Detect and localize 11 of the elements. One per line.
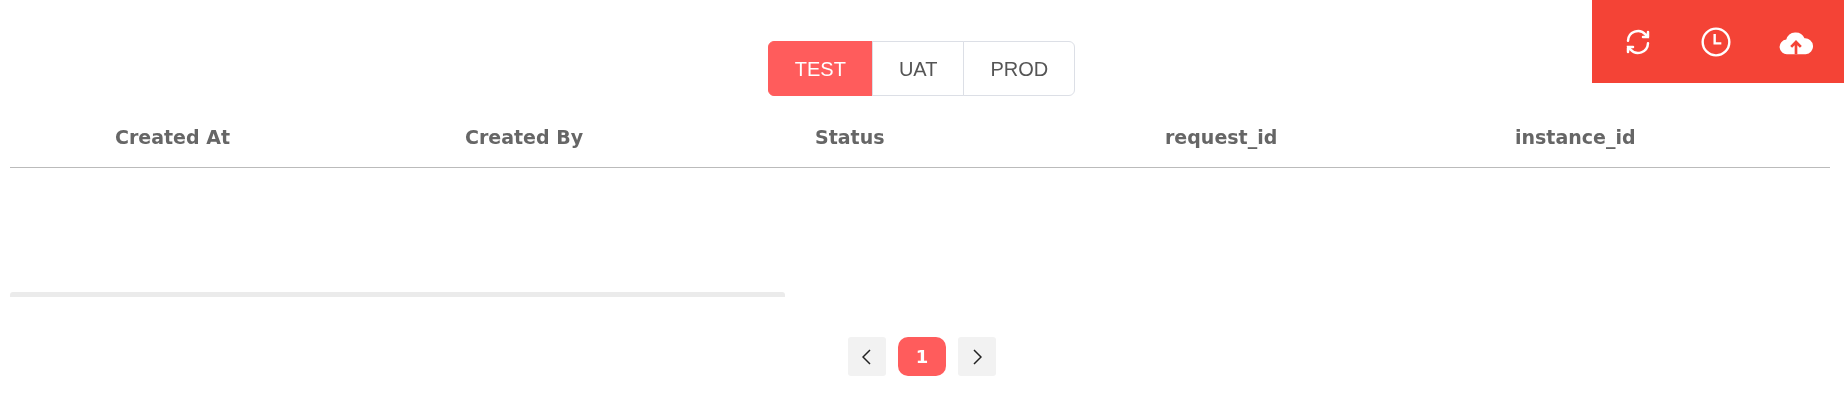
environment-tab[interactable]: UAT: [871, 41, 965, 96]
column-header: request_id: [1164, 125, 1279, 151]
column-header: Created By: [464, 125, 585, 151]
environment-tab[interactable]: PROD: [963, 41, 1076, 96]
column-header: Status: [814, 125, 886, 151]
column-header: Created At: [114, 125, 231, 151]
column-header: instance_id: [1514, 125, 1637, 151]
previous-page-button[interactable]: [848, 337, 886, 376]
chevron-right-icon: [972, 348, 982, 365]
next-page-button[interactable]: [958, 337, 996, 376]
chevron-left-icon: [862, 348, 872, 365]
